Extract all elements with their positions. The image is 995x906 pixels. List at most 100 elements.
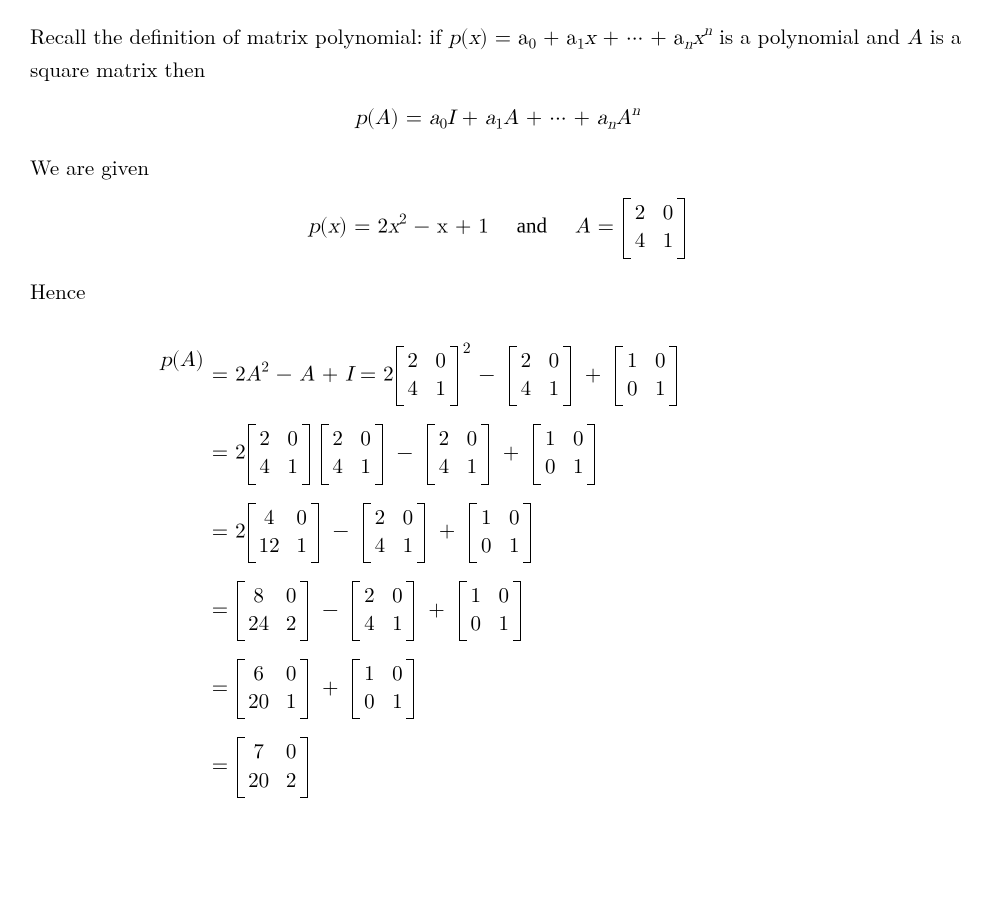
deriv-row-4: = 8 0 24 2 − 2 0 4 1 + 1 0 0 1: [212, 581, 679, 641]
cell: 1: [544, 428, 556, 452]
matrix-I-r1: 1 0 0 1: [615, 346, 677, 406]
sub-0: 0: [529, 37, 537, 52]
def-supn: n: [632, 103, 640, 118]
cell: 0: [654, 350, 666, 374]
sup-n: n: [704, 23, 712, 38]
cell: 20: [248, 691, 269, 715]
plus-op: +: [434, 517, 460, 546]
cell: 2: [634, 202, 646, 226]
cell: 8: [248, 585, 269, 609]
intro-text-2: is a polynomial and: [719, 21, 907, 51]
def-subn: n: [607, 117, 615, 132]
cell: 0: [626, 378, 638, 402]
cell: 1: [480, 507, 492, 531]
dots-an: + ··· + a: [596, 28, 685, 49]
cell: 0: [285, 741, 297, 765]
cell: 0: [363, 691, 375, 715]
cell: 1: [572, 456, 584, 480]
cell: 4: [259, 456, 271, 480]
cell: 4: [363, 613, 375, 637]
deriv-row-2: = 2 2 0 4 1 2 0 4 1 − 2 0 4 1: [212, 424, 679, 484]
cell: 0: [287, 428, 299, 452]
def-sub1: 1: [496, 117, 504, 132]
deriv-row-5: = 6 0 20 1 + 1 0 0 1: [212, 659, 679, 719]
deriv-row-6: = 7 0 20 2: [212, 737, 679, 797]
cell: 1: [508, 535, 520, 559]
var-x: x: [585, 28, 596, 49]
cell: 4: [520, 378, 532, 402]
matrix-A-given: 2 0 4 1: [623, 198, 685, 258]
plus-op: +: [423, 596, 449, 625]
cell: 0: [480, 535, 492, 559]
matrix-result: 7 0 20 2: [237, 737, 308, 797]
eq-a0: = a: [488, 28, 529, 49]
matrix-2Asq: 8 0 24 2: [237, 581, 308, 641]
cell: 1: [662, 230, 674, 254]
plus-op: +: [580, 361, 606, 390]
matrix-A-r3: 2 0 4 1: [363, 503, 425, 563]
cell: 1: [435, 378, 447, 402]
def-sub0: 0: [440, 117, 448, 132]
given-label: We are given: [30, 153, 965, 182]
matrix-I-r5: 1 0 0 1: [352, 659, 414, 719]
intro-text-1: Recall the definition of matrix polynomi…: [30, 21, 449, 51]
derivation-block: p(A) = 2A2 − A + I = 2 2 0 4 1 2 − 2 0 4…: [160, 346, 965, 798]
minus-op: −: [474, 361, 500, 390]
matrix-I-r3: 1 0 0 1: [469, 503, 531, 563]
matrix-A-r1b: 2 0 4 1: [509, 346, 571, 406]
sub-n: n: [684, 37, 692, 52]
empty-lhs: [160, 737, 204, 797]
minus-op: −: [392, 439, 418, 468]
matrix-A-letter: A: [907, 28, 923, 49]
matrix-diff: 6 0 20 1: [237, 659, 308, 719]
plus-a1: + a: [536, 28, 577, 49]
cell: 0: [466, 428, 478, 452]
cell: 7: [248, 741, 269, 765]
cell: 2: [363, 585, 375, 609]
cell: 1: [402, 535, 414, 559]
matrix-A-r4: 2 0 4 1: [352, 581, 414, 641]
cell: 0: [435, 350, 447, 374]
plus-op: +: [317, 674, 343, 703]
cell: 2: [520, 350, 532, 374]
cell: 0: [391, 663, 403, 687]
matrix-I-r4: 1 0 0 1: [459, 581, 521, 641]
given-display: p(x) = 2x2 − x + 1 and A = 2 0 4 1: [30, 198, 965, 258]
matrix-A-sq: 2 0 4 1: [396, 346, 458, 406]
cell: 2: [259, 428, 271, 452]
cell: 1: [498, 613, 510, 637]
empty-lhs: [160, 581, 204, 641]
cell: 0: [662, 202, 674, 226]
cell: 2: [374, 507, 386, 531]
cell: 4: [438, 456, 450, 480]
cell: 1: [470, 585, 482, 609]
sub-1: 1: [577, 37, 585, 52]
cell: 4: [634, 230, 646, 254]
cell: 2: [332, 428, 344, 452]
intro-paragraph: Recall the definition of matrix polynomi…: [30, 20, 965, 84]
cell: 1: [548, 378, 560, 402]
cell: 0: [360, 428, 372, 452]
cell: 1: [391, 613, 403, 637]
cell: 0: [391, 585, 403, 609]
cell: 1: [296, 535, 308, 559]
deriv-row-3: = 2 4 0 12 1 − 2 0 4 1 + 1 0 0 1: [212, 503, 679, 563]
cell: 1: [391, 691, 403, 715]
minus-op: −: [328, 517, 354, 546]
cell: 0: [296, 507, 308, 531]
cell: 1: [466, 456, 478, 480]
definition-display: p(A)p(A) = a = a0I + a1A + ··· + anAn: [30, 100, 965, 135]
minus-op: −: [317, 596, 343, 625]
cell: 20: [248, 770, 269, 794]
cell: 4: [259, 507, 280, 531]
plus-op: +: [498, 439, 524, 468]
given-sq: 2: [399, 212, 407, 227]
cell: 6: [248, 663, 269, 687]
poly-inline: p(x) = a0 + a1x + ··· + anxn: [449, 28, 719, 49]
cell: 4: [407, 378, 419, 402]
cell: 1: [360, 456, 372, 480]
cell: 1: [363, 663, 375, 687]
cell: 2: [285, 613, 297, 637]
matrix-Asq: 4 0 12 1: [248, 503, 319, 563]
mat-power-2: 2: [463, 338, 471, 360]
